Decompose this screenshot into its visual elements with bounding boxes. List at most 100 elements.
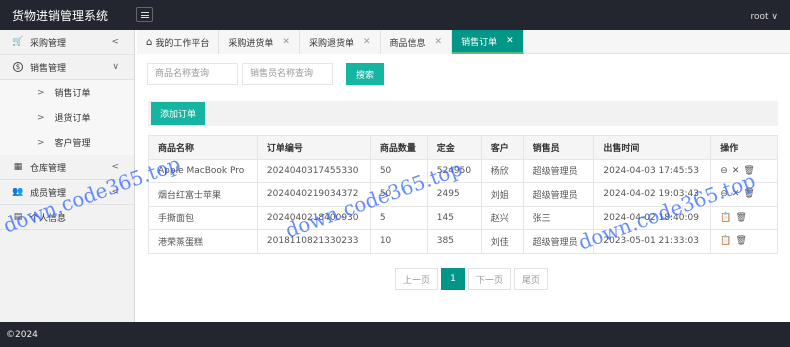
close-icon[interactable]: ✕: [732, 166, 740, 176]
close-icon[interactable]: ✕: [282, 37, 290, 47]
table-cell: 50: [369, 158, 428, 183]
table-cell: 超级管理员: [522, 158, 595, 183]
cart-icon: 🛒: [12, 37, 24, 47]
table-row: 港荣蒸蛋糕 2018110821330233 10 385 刘佳 超级管理员 2…: [148, 229, 778, 254]
table-cell: 2024-04-02 18:40:09: [593, 205, 712, 230]
add-order-button[interactable]: 添加订单: [151, 102, 206, 125]
column-header: 定金: [426, 135, 482, 160]
sidebar-item-sales[interactable]: $ 销售管理 ∨: [0, 55, 134, 80]
sidebar-item-label: 采购管理: [30, 38, 67, 49]
last-page-button[interactable]: 尾页: [514, 268, 549, 290]
table-cell: 2495: [426, 182, 482, 207]
chevron-left-icon: <: [111, 162, 119, 172]
column-header: 客户: [480, 135, 524, 160]
table-cell: 2023-05-01 21:33:03: [593, 229, 712, 254]
minus-circle-icon[interactable]: ⊖: [720, 189, 728, 199]
tab-label: 采购退货单: [308, 38, 354, 49]
close-icon[interactable]: ✕: [506, 36, 514, 46]
table-cell: 烟台红富士苹果: [148, 182, 258, 207]
table-cell: 524950: [426, 158, 482, 183]
tab-purchase-in[interactable]: 采购进货单 ✕: [219, 30, 300, 54]
sidebar-item-label: 个人信息: [30, 213, 67, 224]
footer: ©2024: [0, 322, 790, 347]
trash-icon[interactable]: 🗑: [743, 166, 754, 176]
table-cell: Apple MacBook Pro: [148, 158, 258, 183]
table-cell: 刘姐: [480, 182, 524, 207]
table-cell: 赵兴: [480, 205, 524, 230]
sidebar-subitem-label: 退货订单: [54, 114, 91, 124]
table-cell: 张三: [522, 205, 595, 230]
table-cell: 2018110821330233: [256, 229, 371, 254]
top-header: 货物进销管理系统 root ∨: [0, 0, 790, 30]
sidebar-item-warehouse[interactable]: ▦ 仓库管理 <: [0, 155, 134, 180]
actions-cell: 📋 🗑: [710, 229, 778, 254]
user-menu[interactable]: root ∨: [751, 12, 779, 22]
table-cell: 2024-04-03 17:45:53: [593, 158, 712, 183]
table-cell: 2024040218400930: [256, 205, 371, 230]
current-page-button[interactable]: 1: [441, 268, 466, 290]
profile-card-icon: ▤: [13, 212, 23, 222]
table-toolbar: 添加订单: [148, 101, 778, 126]
table-cell: 10: [369, 229, 428, 254]
tab-label: 采购进货单: [228, 38, 274, 49]
sidebar-item-label: 销售管理: [30, 63, 67, 74]
search-bar: 搜索: [147, 63, 385, 85]
tab-purchase-return[interactable]: 采购退货单 ✕: [299, 30, 381, 54]
table-cell: 超级管理员: [522, 229, 595, 254]
search-button[interactable]: 搜索: [346, 63, 385, 85]
trash-icon[interactable]: 🗑: [736, 213, 747, 223]
tab-label: 我的工作平台: [155, 38, 210, 49]
close-icon[interactable]: ✕: [435, 37, 443, 47]
tab-workbench[interactable]: ⌂ 我的工作平台: [137, 30, 220, 54]
column-header: 销售员: [522, 135, 595, 160]
sidebar-subitem-label: 销售订单: [54, 89, 91, 99]
sidebar-subitem-sales-orders[interactable]: > 销售订单: [0, 80, 134, 105]
users-icon: 👥: [12, 187, 24, 197]
table-row: Apple MacBook Pro 2024040317455330 50 52…: [148, 158, 778, 183]
actions-cell: ⊖ ✕ 🗑: [710, 182, 778, 207]
table-cell: 2024040317455330: [256, 158, 371, 183]
prev-page-button[interactable]: 上一页: [395, 268, 439, 290]
trash-icon[interactable]: 🗑: [743, 189, 754, 199]
warehouse-icon: ▦: [13, 162, 23, 172]
column-header: 操作: [710, 135, 778, 160]
chevron-down-icon: ∨: [112, 62, 119, 72]
tab-label: 商品信息: [389, 38, 426, 49]
sidebar-subitem-customers[interactable]: > 客户管理: [0, 130, 134, 155]
dollar-circle-icon: $: [13, 62, 23, 72]
close-icon[interactable]: ✕: [732, 189, 740, 199]
table-cell: 145: [426, 205, 482, 230]
pagination: 上一页 1 下一页 尾页: [395, 268, 549, 290]
table-cell: 2024-04-02 19:03:43: [593, 182, 712, 207]
minus-circle-icon[interactable]: ⊖: [720, 166, 728, 176]
column-header: 订单编号: [256, 135, 371, 160]
tab-products[interactable]: 商品信息 ✕: [380, 30, 453, 54]
next-page-button[interactable]: 下一页: [468, 268, 512, 290]
column-header: 商品数量: [369, 135, 428, 160]
sidebar-item-purchase[interactable]: 🛒 采购管理 <: [0, 30, 134, 55]
tab-sales-orders[interactable]: 销售订单 ✕: [452, 30, 524, 54]
menu-toggle-icon[interactable]: [136, 7, 153, 22]
sidebar-item-label: 成员管理: [30, 188, 67, 199]
orders-table: 商品名称 订单编号 商品数量 定金 客户 销售员 出售时间 操作 Apple M…: [148, 135, 778, 254]
sidebar-item-label: 仓库管理: [30, 163, 67, 174]
app-title: 货物进销管理系统: [12, 9, 109, 23]
trash-icon[interactable]: 🗑: [736, 236, 747, 246]
tab-label: 销售订单: [461, 37, 498, 48]
sidebar-item-profile[interactable]: ▤ 个人信息: [0, 205, 134, 230]
clipboard-icon[interactable]: 📋: [720, 236, 731, 246]
seller-name-search-input[interactable]: [242, 63, 333, 85]
clipboard-icon[interactable]: 📋: [720, 213, 731, 223]
table-header-row: 商品名称 订单编号 商品数量 定金 客户 销售员 出售时间 操作: [148, 135, 778, 160]
product-name-search-input[interactable]: [147, 63, 238, 85]
close-icon[interactable]: ✕: [363, 37, 371, 47]
table-cell: 港荣蒸蛋糕: [148, 229, 258, 254]
table-cell: 杨欣: [480, 158, 524, 183]
home-icon: ⌂: [146, 36, 153, 48]
table-cell: 手撕面包: [148, 205, 258, 230]
chevron-left-icon: <: [111, 187, 119, 197]
column-header: 商品名称: [148, 135, 258, 160]
sidebar-subitem-return-orders[interactable]: > 退货订单: [0, 105, 134, 130]
sidebar-item-members[interactable]: 👥 成员管理 <: [0, 180, 134, 205]
column-header: 出售时间: [593, 135, 712, 160]
